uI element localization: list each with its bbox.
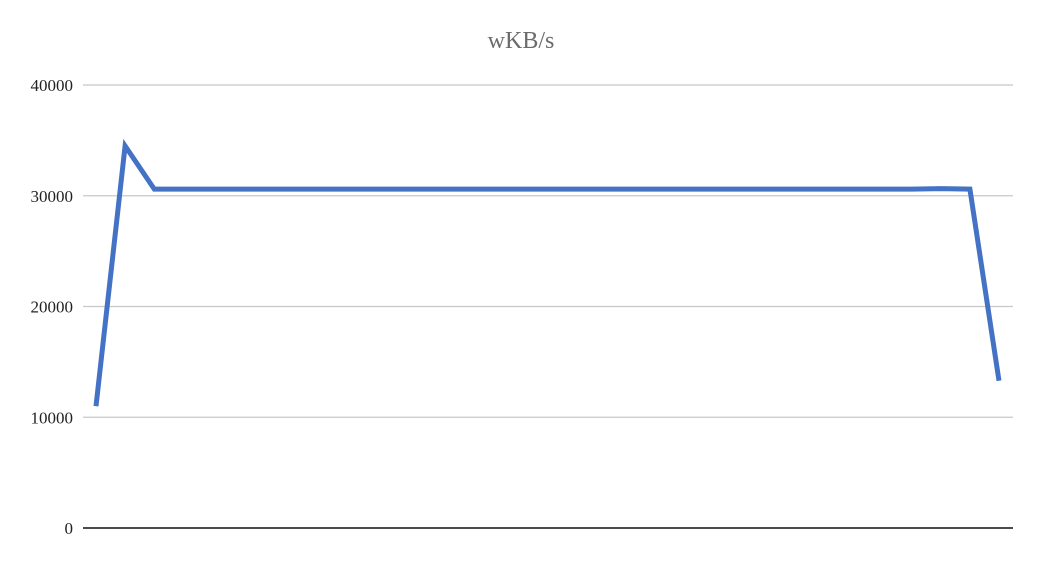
y-axis-tick-labels: 0 10000 20000 30000 40000 — [31, 76, 74, 538]
y-tick-label: 30000 — [31, 187, 74, 206]
y-tick-label: 10000 — [31, 408, 74, 427]
series-layer — [93, 138, 1002, 407]
y-tick-label: 20000 — [31, 298, 74, 317]
line-chart: 0 10000 20000 30000 40000 — [31, 76, 1013, 538]
y-tick-label: 0 — [65, 519, 74, 538]
y-tick-label: 40000 — [31, 76, 74, 95]
series-line — [93, 138, 1002, 407]
gridlines — [83, 84, 1013, 529]
